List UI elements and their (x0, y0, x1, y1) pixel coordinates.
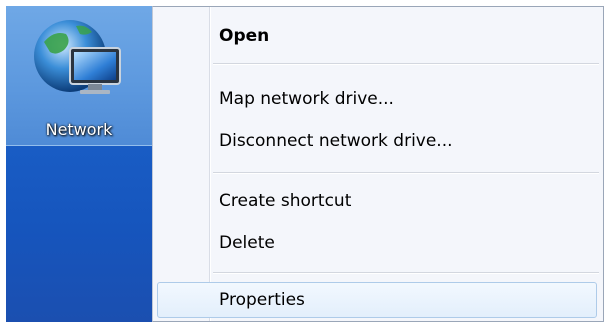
menu-separator (213, 63, 599, 65)
menu-gutter (209, 7, 211, 321)
desktop-icon-network[interactable]: Network (6, 6, 152, 146)
menu-item-properties[interactable]: Properties (219, 283, 305, 317)
menu-item-create-shortcut[interactable]: Create shortcut (219, 184, 351, 218)
menu-item-delete[interactable]: Delete (219, 226, 275, 260)
desktop-background: Network (6, 6, 152, 322)
screenshot-frame: Network Open Map network drive... Discon… (0, 0, 609, 326)
network-icon (34, 20, 121, 94)
menu-item-map-network-drive[interactable]: Map network drive... (219, 82, 394, 116)
context-menu: Open Map network drive... Disconnect net… (152, 6, 604, 322)
menu-separator (213, 172, 599, 174)
menu-item-open[interactable]: Open (219, 19, 269, 53)
menu-item-disconnect-network-drive[interactable]: Disconnect network drive... (219, 124, 453, 158)
menu-separator (213, 272, 599, 274)
desktop-icon-label: Network (45, 120, 113, 139)
